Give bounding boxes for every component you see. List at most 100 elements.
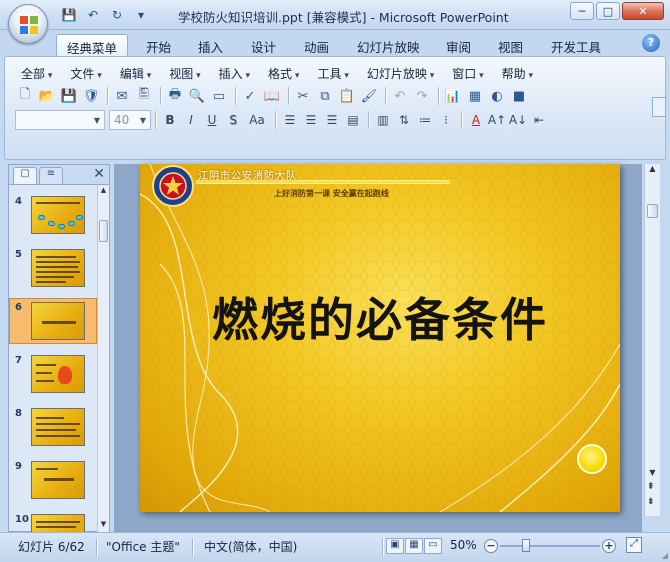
ribbon-expand-handle[interactable] bbox=[652, 97, 666, 117]
theme-name[interactable]: "Office 主题" bbox=[106, 538, 180, 555]
shrink-font-icon[interactable]: A↓ bbox=[508, 110, 528, 130]
redo-icon[interactable]: ↻ bbox=[106, 6, 128, 24]
thumbnail-row[interactable]: 10 bbox=[9, 514, 97, 532]
menu-format[interactable]: 格式 bbox=[260, 63, 309, 83]
thumbnail-row-selected[interactable]: 6 bbox=[9, 298, 97, 352]
next-slide-icon[interactable]: ⇟ bbox=[647, 497, 655, 507]
zoom-level[interactable]: 50% bbox=[450, 538, 477, 552]
slide-thumbnail[interactable] bbox=[31, 196, 85, 234]
color-icon[interactable]: ■ bbox=[509, 86, 529, 106]
scroll-down-icon[interactable]: ▼ bbox=[98, 520, 109, 532]
columns-icon[interactable]: ▥ bbox=[373, 110, 393, 130]
research-icon[interactable]: 📖 bbox=[262, 86, 282, 106]
underline-button[interactable]: U bbox=[202, 110, 222, 130]
scroll-up-icon[interactable]: ▲ bbox=[645, 164, 660, 178]
scrollbar-thumb[interactable] bbox=[99, 220, 108, 242]
slide-icon[interactable]: ▭ bbox=[209, 86, 229, 106]
normal-view-icon[interactable]: ▣ bbox=[386, 538, 404, 554]
paste-icon[interactable]: 📋 bbox=[337, 86, 357, 106]
open-icon[interactable]: 📂 bbox=[37, 86, 57, 106]
slide-vertical-scrollbar[interactable]: ▲ ▼ ⇞ ⇟ bbox=[644, 164, 660, 516]
slide-thumbnail[interactable] bbox=[31, 249, 85, 287]
office-button[interactable] bbox=[8, 4, 48, 44]
font-color-icon[interactable]: A bbox=[466, 110, 486, 130]
change-case-button[interactable]: Aa bbox=[244, 110, 270, 130]
tab-slideshow[interactable]: 幻灯片放映 bbox=[347, 34, 430, 56]
scroll-up-icon[interactable]: ▲ bbox=[98, 186, 109, 198]
menu-insert[interactable]: 插入 bbox=[211, 63, 260, 83]
align-right-icon[interactable]: ☰ bbox=[322, 110, 342, 130]
grayscale-icon[interactable]: ◐ bbox=[487, 86, 507, 106]
print-preview-icon[interactable]: 🔍 bbox=[187, 86, 207, 106]
format-painter-icon[interactable]: 🖌 bbox=[359, 86, 379, 106]
zoom-in-button[interactable]: + bbox=[602, 539, 616, 553]
current-slide[interactable]: 江阴市公安消防大队 上好消防第一课 安全赢在起跑线 燃烧的必备条件 bbox=[140, 164, 620, 512]
help-icon[interactable]: ? bbox=[642, 34, 660, 52]
print-icon[interactable]: 🖶 bbox=[165, 86, 185, 106]
undo-icon[interactable]: ↶ bbox=[390, 86, 410, 106]
menu-tools[interactable]: 工具 bbox=[309, 63, 358, 83]
slide-title[interactable]: 燃烧的必备条件 bbox=[140, 284, 620, 350]
slide-thumbnail[interactable] bbox=[31, 355, 85, 393]
slide-thumbnail[interactable] bbox=[31, 408, 85, 446]
spelling-icon[interactable]: ✓ bbox=[240, 86, 260, 106]
email-icon[interactable]: ✉ bbox=[112, 86, 132, 106]
text-direction-icon[interactable]: ⇅ bbox=[394, 110, 414, 130]
align-left-icon[interactable]: ☰ bbox=[280, 110, 300, 130]
minimize-button[interactable]: ─ bbox=[570, 2, 594, 20]
slide-thumbnail[interactable] bbox=[31, 514, 85, 532]
slides-tab-icon[interactable]: ▢ bbox=[13, 167, 37, 184]
zoom-slider[interactable] bbox=[500, 539, 600, 552]
redo-icon[interactable]: ↷ bbox=[412, 86, 432, 106]
menu-view[interactable]: 视图 bbox=[161, 63, 210, 83]
new-icon[interactable]: 🗋 bbox=[15, 86, 35, 106]
thumbnail-row[interactable]: 4 bbox=[9, 196, 97, 246]
outline-tab-icon[interactable]: ≡ bbox=[39, 167, 63, 184]
close-button[interactable]: ✕ bbox=[622, 2, 664, 20]
thumbnail-row[interactable]: 7 bbox=[9, 355, 97, 405]
menu-edit[interactable]: 编辑 bbox=[112, 63, 161, 83]
decrease-indent-icon[interactable]: ⇤ bbox=[529, 110, 549, 130]
slide-sorter-view-icon[interactable]: ▦ bbox=[405, 538, 423, 554]
menu-help[interactable]: 帮助 bbox=[494, 63, 543, 83]
thumbnail-row[interactable]: 5 bbox=[9, 249, 97, 299]
chart-icon[interactable]: 📊 bbox=[443, 86, 463, 106]
language-indicator[interactable]: 中文(简体，中国) bbox=[204, 538, 297, 555]
copy-icon[interactable]: ⧉ bbox=[315, 86, 335, 106]
thumbnails-scrollbar[interactable]: ▲ ▼ bbox=[97, 186, 109, 532]
menu-all[interactable]: 全部 bbox=[13, 63, 62, 83]
fit-to-window-icon[interactable]: ⤢ bbox=[626, 537, 642, 553]
italic-button[interactable]: I bbox=[181, 110, 201, 130]
cut-icon[interactable]: ✂ bbox=[293, 86, 313, 106]
tab-insert[interactable]: 插入 bbox=[188, 34, 233, 56]
tab-view[interactable]: 视图 bbox=[488, 34, 533, 56]
zoom-slider-knob[interactable] bbox=[522, 539, 530, 552]
grow-font-icon[interactable]: A↑ bbox=[487, 110, 507, 130]
customize-qat-icon[interactable]: ▾ bbox=[130, 6, 152, 24]
permission-icon[interactable]: 🛡 bbox=[81, 86, 101, 106]
zoom-out-button[interactable]: − bbox=[484, 539, 498, 553]
tab-developer[interactable]: 开发工具 bbox=[541, 34, 611, 56]
slideshow-view-icon[interactable]: ▭ bbox=[424, 538, 442, 554]
shadow-button[interactable]: S bbox=[223, 110, 243, 130]
tab-home[interactable]: 开始 bbox=[136, 34, 181, 56]
align-center-icon[interactable]: ☰ bbox=[301, 110, 321, 130]
slide-thumbnail[interactable] bbox=[31, 461, 85, 499]
table-icon[interactable]: ▦ bbox=[465, 86, 485, 106]
pdf-icon[interactable]: 🖺 bbox=[134, 86, 154, 106]
tab-classic-menu[interactable]: 经典菜单 bbox=[56, 34, 129, 56]
thumbnail-row[interactable]: 8 bbox=[9, 408, 97, 458]
tab-animation[interactable]: 动画 bbox=[294, 34, 339, 56]
menu-slideshow[interactable]: 幻灯片放映 bbox=[359, 63, 444, 83]
menu-window[interactable]: 窗口 bbox=[444, 63, 493, 83]
tab-design[interactable]: 设计 bbox=[241, 34, 286, 56]
scrollbar-thumb[interactable] bbox=[647, 204, 658, 218]
font-name-combo[interactable]: ▼ bbox=[15, 110, 105, 130]
scroll-down-icon[interactable]: ▼ bbox=[645, 468, 660, 482]
maximize-button[interactable]: □ bbox=[596, 2, 620, 20]
close-icon[interactable]: ✕ bbox=[93, 166, 105, 182]
save-icon[interactable]: 💾 bbox=[59, 86, 79, 106]
font-size-combo[interactable]: 40 ▼ bbox=[109, 110, 151, 130]
bullets-icon[interactable]: ⁝ bbox=[436, 110, 456, 130]
justify-icon[interactable]: ▤ bbox=[343, 110, 363, 130]
